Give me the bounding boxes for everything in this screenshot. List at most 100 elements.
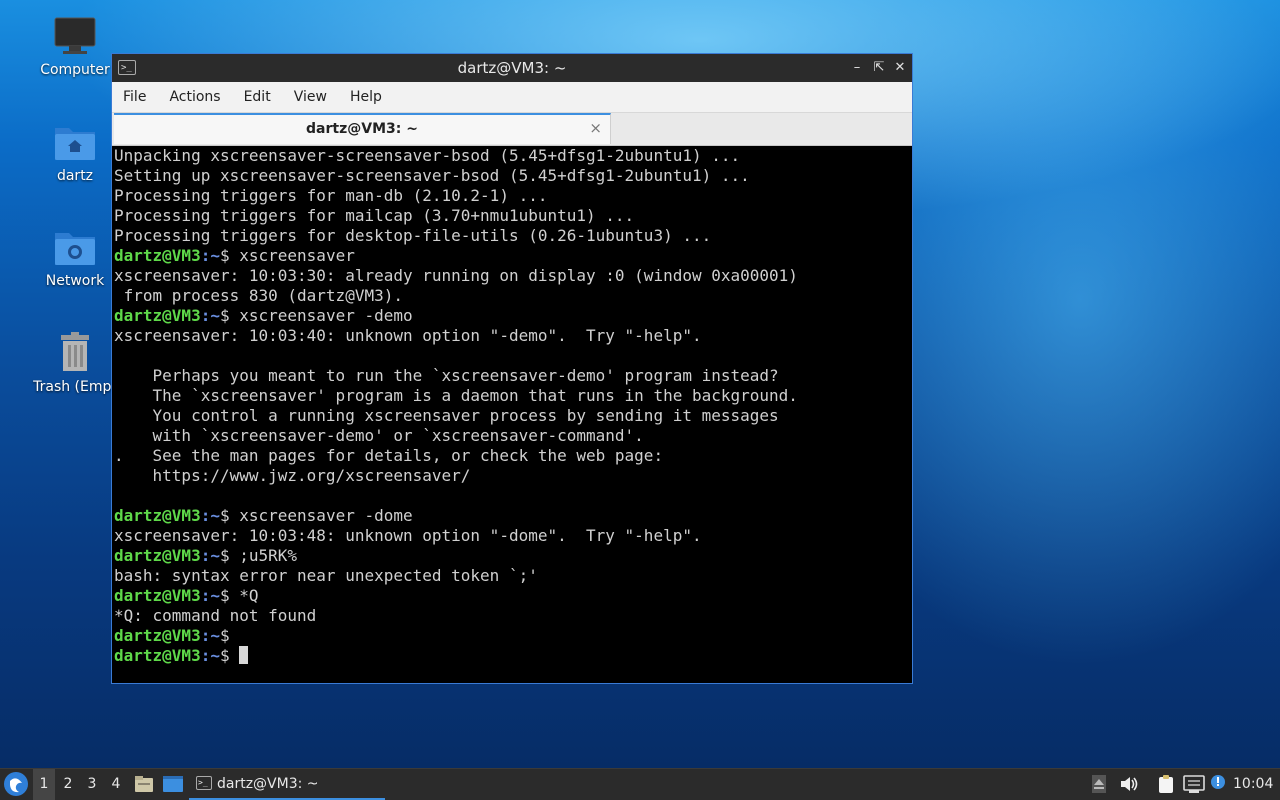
computer-icon bbox=[54, 17, 96, 54]
desktop-icon-home-folder[interactable]: dartz bbox=[25, 122, 125, 184]
prompt-sign: $ bbox=[219, 246, 230, 265]
terminal-prompt-line: dartz@VM3:~$ bbox=[114, 646, 910, 666]
terminal-output-line: *Q: command not found bbox=[114, 606, 317, 625]
terminal-output-line: https://www.jwz.org/xscreensaver/ bbox=[114, 466, 471, 485]
terminal-output-line: with `xscreensaver-demo' or `xscreensave… bbox=[114, 426, 644, 445]
prompt-path: :~ bbox=[200, 646, 220, 665]
prompt-user: dartz@VM3 bbox=[114, 546, 201, 565]
terminal-output-line: xscreensaver: 10:03:30: already running … bbox=[114, 266, 798, 285]
window-titlebar[interactable]: >_ dartz@VM3: ~ – ⇱ ✕ bbox=[112, 54, 912, 82]
workspace-2[interactable]: 2 bbox=[57, 769, 79, 800]
terminal-output[interactable]: Unpacking xscreensaver-screensaver-bsod … bbox=[114, 146, 910, 681]
terminal-output-line: Processing triggers for desktop-file-uti… bbox=[114, 226, 712, 245]
terminal-output-line: Setting up xscreensaver-screensaver-bsod… bbox=[114, 166, 750, 185]
terminal-command: *Q bbox=[229, 586, 259, 605]
prompt-sign: $ bbox=[219, 506, 230, 525]
prompt-user: dartz@VM3 bbox=[114, 306, 201, 325]
terminal-window[interactable]: >_ dartz@VM3: ~ – ⇱ ✕ File Actions Edit … bbox=[111, 53, 913, 684]
terminal-output-line: bash: syntax error near unexpected token… bbox=[114, 566, 538, 585]
trash-icon bbox=[61, 332, 89, 371]
terminal-output-line: Unpacking xscreensaver-screensaver-bsod … bbox=[114, 146, 741, 165]
desktop-icon-label: dartz bbox=[56, 168, 94, 184]
menu-bar: File Actions Edit View Help bbox=[112, 82, 912, 113]
prompt-sign: $ bbox=[219, 646, 230, 665]
prompt-user: dartz@VM3 bbox=[114, 646, 201, 665]
terminal-output-line: xscreensaver: 10:03:48: unknown option "… bbox=[114, 526, 702, 545]
minimize-button[interactable]: – bbox=[847, 58, 867, 78]
prompt-sign: $ bbox=[219, 306, 230, 325]
menu-actions[interactable]: Actions bbox=[162, 89, 227, 105]
maximize-button[interactable]: ⇱ bbox=[869, 58, 889, 78]
terminal-tab[interactable]: dartz@VM3: ~ × bbox=[114, 113, 611, 144]
terminal-command: ;u5RK% bbox=[229, 546, 298, 565]
workspace-1[interactable]: 1 bbox=[33, 769, 55, 800]
clock: 10:04 bbox=[1233, 776, 1274, 792]
desktop-icon-label: Computer bbox=[40, 62, 110, 78]
terminal-prompt-line: dartz@VM3:~$ xscreensaver -demo bbox=[114, 306, 910, 326]
terminal-icon: >_ bbox=[196, 776, 212, 790]
window-title: dartz@VM3: ~ bbox=[457, 59, 567, 77]
tab-label: dartz@VM3: ~ bbox=[306, 121, 418, 137]
workspace-3[interactable]: 3 bbox=[81, 769, 103, 800]
show-desktop-icon[interactable] bbox=[162, 775, 184, 793]
network-folder-icon bbox=[55, 233, 95, 265]
prompt-path: :~ bbox=[200, 586, 220, 605]
update-notifier-icon[interactable] bbox=[1210, 773, 1226, 793]
terminal-output-line: Processing triggers for man-db (2.10.2-1… bbox=[114, 186, 548, 205]
terminal-cursor bbox=[239, 646, 249, 664]
prompt-path: :~ bbox=[200, 306, 220, 325]
terminal-command: xscreensaver bbox=[229, 246, 355, 265]
terminal-prompt-line: dartz@VM3:~$ xscreensaver bbox=[114, 246, 910, 266]
tab-bar: dartz@VM3: ~ × bbox=[112, 113, 912, 146]
terminal-prompt-line: dartz@VM3:~$ *Q bbox=[114, 586, 910, 606]
close-button[interactable]: ✕ bbox=[890, 58, 910, 78]
terminal-prompt-line: dartz@VM3:~$ xscreensaver -dome bbox=[114, 506, 910, 526]
desktop-icon-network[interactable]: Network bbox=[25, 227, 125, 289]
terminal-command: xscreensaver -dome bbox=[229, 506, 413, 525]
prompt-path: :~ bbox=[200, 626, 220, 645]
terminal-output-line: xscreensaver: 10:03:40: unknown option "… bbox=[114, 326, 702, 345]
clipboard-icon[interactable] bbox=[1156, 774, 1176, 794]
terminal-prompt-line: dartz@VM3:~$ ;u5RK% bbox=[114, 546, 910, 566]
terminal-command bbox=[230, 646, 240, 665]
prompt-sign: $ bbox=[219, 626, 230, 645]
prompt-sign: $ bbox=[219, 586, 230, 605]
eject-icon[interactable] bbox=[1091, 774, 1107, 794]
desktop-icon-label: Trash (Empt bbox=[33, 379, 117, 395]
desktop-icon-computer[interactable]: Computer bbox=[25, 16, 125, 78]
prompt-path: :~ bbox=[200, 506, 220, 525]
terminal-output-line: Processing triggers for mailcap (3.70+nm… bbox=[114, 206, 635, 225]
menu-help[interactable]: Help bbox=[343, 89, 389, 105]
prompt-sign: $ bbox=[219, 546, 230, 565]
menu-view[interactable]: View bbox=[287, 89, 334, 105]
prompt-user: dartz@VM3 bbox=[114, 586, 201, 605]
taskbar: 1 2 3 4 >_ dartz@VM3: ~ 10:04 bbox=[0, 768, 1280, 800]
prompt-user: dartz@VM3 bbox=[114, 506, 201, 525]
prompt-path: :~ bbox=[200, 246, 220, 265]
home-folder-icon bbox=[55, 128, 95, 160]
workspace-4[interactable]: 4 bbox=[105, 769, 127, 800]
prompt-user: dartz@VM3 bbox=[114, 246, 201, 265]
menu-edit[interactable]: Edit bbox=[237, 89, 278, 105]
volume-icon[interactable] bbox=[1119, 774, 1139, 794]
terminal-command: xscreensaver -demo bbox=[229, 306, 413, 325]
prompt-user: dartz@VM3 bbox=[114, 626, 201, 645]
terminal-prompt-line: dartz@VM3:~$ bbox=[114, 626, 910, 646]
file-manager-icon[interactable] bbox=[134, 775, 154, 793]
terminal-output-line: from process 830 (dartz@VM3). bbox=[114, 286, 403, 305]
tab-close-button[interactable]: × bbox=[589, 117, 602, 139]
prompt-path: :~ bbox=[200, 546, 220, 565]
start-menu-icon[interactable] bbox=[4, 772, 28, 796]
network-status-icon[interactable] bbox=[1183, 774, 1205, 794]
terminal-output-line: . See the man pages for details, or chec… bbox=[114, 446, 664, 465]
terminal-output-line: You control a running xscreensaver proce… bbox=[114, 406, 779, 425]
taskbar-task-terminal[interactable]: >_ dartz@VM3: ~ bbox=[189, 769, 385, 800]
terminal-output-line: The `xscreensaver' program is a daemon t… bbox=[114, 386, 798, 405]
terminal-output-line: Perhaps you meant to run the `xscreensav… bbox=[114, 366, 779, 385]
task-label: dartz@VM3: ~ bbox=[217, 776, 319, 792]
desktop-icon-label: Network bbox=[45, 273, 105, 289]
menu-file[interactable]: File bbox=[116, 89, 153, 105]
desktop-icon-trash[interactable]: Trash (Empt bbox=[25, 331, 125, 395]
